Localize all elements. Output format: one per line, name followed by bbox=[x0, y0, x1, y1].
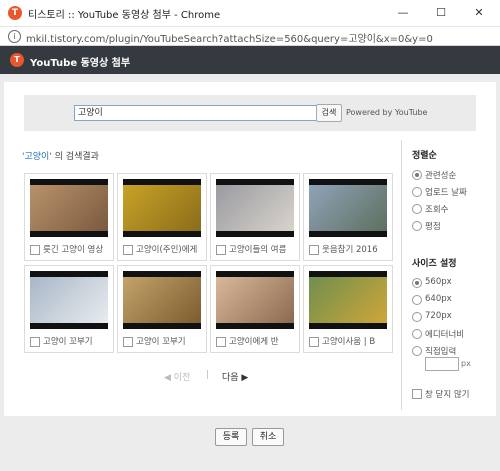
powered-by-label: Powered by YouTube bbox=[346, 108, 428, 117]
video-title: 고양이 꼬부기 bbox=[43, 337, 93, 347]
window-titlebar: T 티스토리 :: YouTube 동영상 첨부 - Chrome — ☐ ✕ bbox=[0, 0, 500, 27]
size-option-radio[interactable] bbox=[412, 312, 422, 322]
video-thumbnail-image bbox=[216, 185, 294, 231]
video-title: 고양이들의 여름 bbox=[229, 245, 287, 255]
video-card[interactable]: 고양이사움 | B bbox=[303, 265, 393, 353]
url-text[interactable]: mkil.tistory.com/plugin/YouTubeSearch?at… bbox=[26, 30, 433, 45]
video-thumbnail[interactable] bbox=[216, 271, 294, 329]
size-option-label: 직접입력 bbox=[425, 347, 457, 357]
video-thumbnail-image bbox=[123, 185, 201, 231]
video-thumbnail-image bbox=[309, 185, 387, 231]
sort-heading: 정렬순 bbox=[412, 151, 437, 161]
info-icon[interactable]: i bbox=[8, 30, 21, 43]
sidebar-divider bbox=[401, 140, 402, 410]
pager-separator: | bbox=[206, 370, 210, 380]
tistory-logo-icon: T bbox=[10, 53, 24, 67]
video-card[interactable]: 고양이 꼬부기 bbox=[117, 265, 207, 353]
video-card[interactable]: 고양이에게 반 bbox=[210, 265, 300, 353]
video-thumbnail[interactable] bbox=[123, 271, 201, 329]
video-title: 고양이 꼬부기 bbox=[136, 337, 186, 347]
size-option-radio[interactable] bbox=[412, 278, 422, 288]
video-thumbnail-image bbox=[30, 185, 108, 231]
video-thumbnail[interactable] bbox=[123, 179, 201, 237]
video-card[interactable]: 고양이(주인)에게 bbox=[117, 173, 207, 261]
video-select-checkbox[interactable] bbox=[30, 337, 40, 347]
video-thumbnail-image bbox=[30, 277, 108, 323]
video-select-checkbox[interactable] bbox=[216, 245, 226, 255]
size-option-radio[interactable] bbox=[412, 346, 422, 356]
sort-option-radio[interactable] bbox=[412, 170, 422, 180]
next-page-link[interactable]: 다음 ▶ bbox=[222, 370, 248, 383]
video-thumbnail-image bbox=[309, 277, 387, 323]
size-heading: 사이즈 설정 bbox=[412, 259, 457, 269]
prev-page-link[interactable]: ◀ 이전 bbox=[164, 370, 190, 383]
video-thumbnail-image bbox=[216, 277, 294, 323]
video-title: 웃음참기 2016 bbox=[322, 245, 378, 255]
video-select-checkbox[interactable] bbox=[123, 337, 133, 347]
tistory-app-icon: T bbox=[8, 6, 22, 20]
video-card[interactable]: 고양이들의 여름 bbox=[210, 173, 300, 261]
custom-size-unit: px bbox=[461, 359, 471, 368]
video-select-checkbox[interactable] bbox=[309, 245, 319, 255]
video-card[interactable]: 웃음참기 2016 bbox=[303, 173, 393, 261]
video-thumbnail[interactable] bbox=[309, 179, 387, 237]
sort-option-label: 조회수 bbox=[425, 205, 449, 215]
size-option-label: 640px bbox=[425, 294, 452, 304]
video-title: 고양이에게 반 bbox=[229, 337, 279, 347]
video-thumbnail[interactable] bbox=[309, 271, 387, 329]
size-option-label: 560px bbox=[425, 277, 452, 287]
video-select-checkbox[interactable] bbox=[30, 245, 40, 255]
close-window-button[interactable]: ✕ bbox=[460, 0, 498, 26]
search-input[interactable]: 고양이 bbox=[74, 105, 320, 121]
dialog-title: YouTube 동영상 첨부 bbox=[30, 58, 131, 69]
video-select-checkbox[interactable] bbox=[216, 337, 226, 347]
video-title: 고양이사움 | B bbox=[322, 337, 376, 347]
maximize-button[interactable]: ☐ bbox=[422, 0, 460, 26]
sort-option-label: 업로드 날짜 bbox=[425, 188, 467, 198]
size-option-radio[interactable] bbox=[412, 329, 422, 339]
size-option-label: 에디터너비 bbox=[425, 330, 465, 340]
sort-option-label: 관련성순 bbox=[425, 171, 457, 181]
sort-option-radio[interactable] bbox=[412, 221, 422, 231]
window-title: 티스토리 :: YouTube 동영상 첨부 - Chrome bbox=[28, 10, 221, 21]
video-card[interactable]: 고양이 꼬부기 bbox=[24, 265, 114, 353]
video-select-checkbox[interactable] bbox=[123, 245, 133, 255]
video-thumbnail-image bbox=[123, 277, 201, 323]
result-suffix: 의 검색결과 bbox=[51, 152, 99, 162]
video-select-checkbox[interactable] bbox=[309, 337, 319, 347]
video-card[interactable]: 릇긴 고양이 영상 bbox=[24, 173, 114, 261]
sort-option-radio[interactable] bbox=[412, 204, 422, 214]
sort-option-label: 평점 bbox=[425, 222, 441, 232]
dialog-header: T YouTube 동영상 첨부 bbox=[0, 46, 500, 74]
result-heading: '고양이' 의 검색결과 bbox=[22, 149, 99, 162]
custom-size-input[interactable] bbox=[425, 357, 459, 371]
video-thumbnail[interactable] bbox=[30, 271, 108, 329]
register-button[interactable]: 등록 bbox=[215, 428, 247, 446]
size-option-label: 720px bbox=[425, 311, 452, 321]
address-bar[interactable]: i mkil.tistory.com/plugin/YouTubeSearch?… bbox=[0, 27, 500, 46]
video-title: 고양이(주인)에게 bbox=[136, 245, 198, 255]
minimize-button[interactable]: — bbox=[384, 0, 422, 26]
video-title: 릇긴 고양이 영상 bbox=[43, 245, 104, 255]
video-thumbnail[interactable] bbox=[216, 179, 294, 237]
search-button[interactable]: 검색 bbox=[316, 104, 342, 122]
cancel-button[interactable]: 취소 bbox=[252, 428, 284, 446]
video-thumbnail[interactable] bbox=[30, 179, 108, 237]
keep-open-label: 창 닫지 않기 bbox=[425, 390, 470, 400]
sort-option-radio[interactable] bbox=[412, 187, 422, 197]
size-option-radio[interactable] bbox=[412, 295, 422, 305]
result-keyword: '고양이' bbox=[22, 152, 52, 162]
keep-open-checkbox[interactable] bbox=[412, 389, 422, 399]
